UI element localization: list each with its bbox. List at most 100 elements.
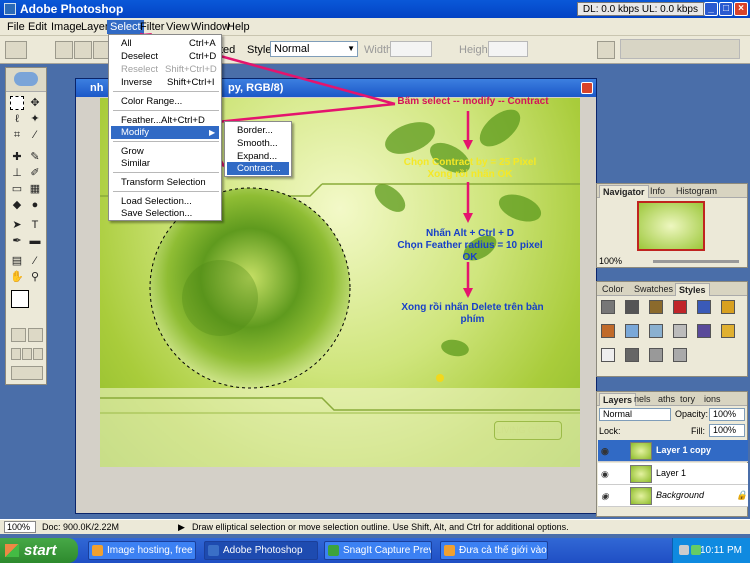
eye-icon[interactable]: ◉ [601,446,611,456]
width-field[interactable] [390,41,432,57]
play-triangle-icon[interactable]: ▶ [178,520,185,534]
lasso-tool-icon[interactable]: ℓ [10,112,24,126]
menu-item-save-selection[interactable]: Save Selection... [111,207,219,220]
foreground-color-swatch[interactable] [11,290,29,308]
style-swatch[interactable] [649,300,663,314]
menu-item-modify[interactable]: Modify ▶ [111,126,219,139]
opacity-field[interactable]: 100% [709,408,745,421]
move-tool-icon[interactable]: ✥ [28,96,42,110]
maximize-button[interactable]: □ [719,2,733,16]
menu-edit[interactable]: Edit [25,20,50,34]
standard-mode-icon[interactable] [11,328,26,342]
style-swatch[interactable] [601,348,615,362]
shape-tool-icon[interactable]: ▬ [28,234,42,248]
history-brush-icon[interactable]: ✐ [28,166,42,180]
crop-tool-icon[interactable]: ⌗ [10,128,24,142]
taskbar-item[interactable]: Image hosting, free p... [88,541,196,560]
screen-mode-2-icon[interactable] [22,348,32,360]
document-close-button[interactable] [581,82,593,94]
menu-item-transform-selection[interactable]: Transform Selection [111,176,219,189]
taskbar-item[interactable]: SnagIt Capture Preview [324,541,432,560]
navigator-zoom-slider[interactable] [653,260,739,263]
style-swatch[interactable] [649,324,663,338]
zoom-tool-icon[interactable]: ⚲ [28,270,42,284]
blend-mode-select[interactable]: Normal [599,408,671,421]
layer-row[interactable]: ◉ Background 🔒 [598,485,748,507]
eye-icon[interactable]: ◉ [601,491,611,501]
tab-styles[interactable]: Styles [675,283,710,296]
gradient-icon[interactable]: ▦ [28,182,42,196]
layer-row[interactable]: ◉ Layer 1 copy [598,440,748,462]
pen-tool-icon[interactable]: ✒ [10,234,24,248]
menu-item-all[interactable]: All Ctrl+A [111,37,219,50]
tab-actions[interactable]: ions [701,393,724,406]
palette-well-icon[interactable] [597,41,615,59]
style-swatch[interactable] [697,324,711,338]
eraser-icon[interactable]: ▭ [10,182,24,196]
taskbar-item[interactable]: Adobe Photoshop [204,541,318,560]
hand-tool-icon[interactable]: ✋ [10,270,24,284]
style-swatch[interactable] [673,300,687,314]
start-button[interactable]: start [0,538,78,563]
dodge-tool-icon[interactable]: ● [28,198,42,212]
menu-item-inverse[interactable]: Inverse Shift+Ctrl+I [111,76,219,89]
network-icon[interactable] [691,545,701,555]
tab-history[interactable]: tory [677,393,698,406]
style-swatch[interactable] [625,348,639,362]
style-swatch[interactable] [697,300,711,314]
notes-tool-icon[interactable]: ▤ [10,254,24,268]
status-doc-size[interactable]: Doc: 900.0K/2.22M [42,520,119,534]
minimize-button[interactable]: _ [704,2,718,16]
navigator-thumbnail[interactable] [637,201,705,251]
menu-item-reselect[interactable]: Reselect Shift+Ctrl+D [111,63,219,76]
path-select-icon[interactable]: ➤ [10,218,24,232]
style-swatch[interactable] [721,300,735,314]
speaker-icon[interactable] [679,545,689,555]
style-swatch[interactable] [601,300,615,314]
menu-item-color-range[interactable]: Color Range... [111,95,219,108]
fill-field[interactable]: 100% [709,424,745,437]
slice-tool-icon[interactable]: ⁄ [28,128,42,142]
height-field[interactable] [488,41,528,57]
style-swatch[interactable] [625,324,639,338]
menu-item-contract[interactable]: Contract... [227,162,289,175]
style-swatch[interactable] [601,324,615,338]
menu-item-similar[interactable]: Similar [111,157,219,170]
menu-item-border[interactable]: Border... [227,124,289,137]
taskbar-item[interactable]: Đưa cả thế giới vào q... [440,541,548,560]
style-swatch[interactable] [673,324,687,338]
brush-tool-icon[interactable]: ✎ [28,150,42,164]
tab-navigator[interactable]: Navigator [599,185,649,198]
clone-stamp-icon[interactable]: ⊥ [10,166,24,180]
style-select[interactable]: Normal ▼ [270,41,358,57]
tab-channels[interactable]: nels [631,393,654,406]
healing-brush-icon[interactable]: ✚ [10,150,24,164]
style-swatch[interactable] [721,324,735,338]
style-swatch[interactable] [673,348,687,362]
navigator-zoom[interactable]: 100% [599,256,622,266]
tab-color[interactable]: Color [599,283,627,296]
type-tool-icon[interactable]: T [28,218,42,232]
tab-swatches[interactable]: Swatches [631,283,676,296]
menu-help[interactable]: Help [224,20,253,34]
style-swatch[interactable] [625,300,639,314]
screen-mode-1-icon[interactable] [11,348,21,360]
menu-item-smooth[interactable]: Smooth... [227,137,289,150]
close-button[interactable]: × [734,2,748,16]
eye-icon[interactable]: ◉ [601,469,611,479]
menu-item-deselect[interactable]: Deselect Ctrl+D [111,50,219,63]
status-zoom[interactable]: 100% [4,521,36,533]
quickmask-mode-icon[interactable] [28,328,43,342]
tab-info[interactable]: Info [647,185,668,198]
style-swatch[interactable] [649,348,663,362]
screen-mode-3-icon[interactable] [33,348,43,360]
magic-wand-icon[interactable]: ✦ [28,112,42,126]
tab-paths[interactable]: aths [655,393,678,406]
tab-histogram[interactable]: Histogram [673,185,720,198]
marquee-tool-icon[interactable] [10,96,24,110]
marquee-preset-icon[interactable] [5,41,27,59]
imageready-jump-icon[interactable] [11,366,43,380]
blur-tool-icon[interactable]: ◆ [10,198,24,212]
new-selection-icon[interactable] [55,41,73,59]
add-selection-icon[interactable] [74,41,92,59]
